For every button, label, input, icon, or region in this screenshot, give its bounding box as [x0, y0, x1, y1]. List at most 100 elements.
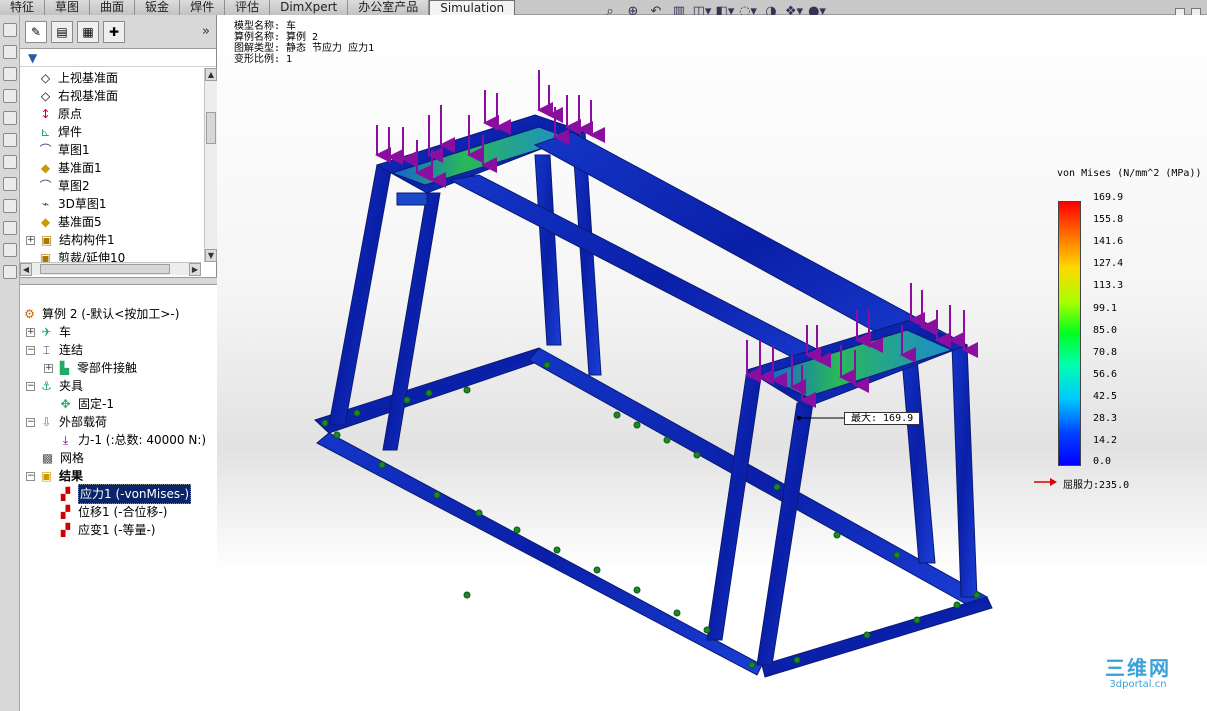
watermark-title: 三维网 [1105, 656, 1171, 680]
scroll-down-icon[interactable]: ▼ [205, 249, 217, 262]
max-stress-label: 最大: 169.9 [844, 412, 921, 425]
legend-value: 127.4 [1093, 258, 1124, 269]
tree-item-sketch1[interactable]: ⌒ 草图1 [38, 141, 89, 159]
feature-manager-tab-icon[interactable]: ✎ [25, 20, 47, 43]
scroll-right-icon[interactable]: ▶ [189, 263, 201, 276]
yield-strength-label: 屈服力:235.0 [1063, 480, 1130, 491]
feature-tree: ◇ 上视基准面 ◇ 右视基准面 ↕ 原点 ⊾ 焊件 ⌒ 草图1 ◆ 基准面1 ⌒ 草图2 ⌁ 3… [20, 68, 204, 264]
toolbar-icon[interactable] [3, 265, 17, 279]
toolbar-icon[interactable] [3, 155, 17, 169]
toolbar-icon[interactable] [3, 89, 17, 103]
tree-item-part[interactable]: + ✈ 车 [26, 323, 71, 341]
expand-panel-icon[interactable]: » [202, 24, 210, 39]
command-tabs: 特征 草图 曲面 钣金 焊件 评估 DimXpert 办公室产品 Simulat… [0, 0, 516, 15]
tab-features[interactable]: 特征 [0, 0, 46, 15]
toolbar-icon[interactable] [3, 199, 17, 213]
legend-title: von Mises (N/mm^2 (MPa)) [1057, 168, 1202, 179]
fixture-markers [321, 361, 981, 669]
plane-icon: ◆ [40, 215, 51, 229]
legend-value: 0.0 [1093, 456, 1112, 467]
tree-item-stress1[interactable]: ▞ 应力1 (-vonMises-) [58, 484, 192, 504]
toolbar-icon[interactable] [3, 23, 17, 37]
tab-sheet-metal[interactable]: 钣金 [135, 0, 181, 15]
feature-tree-hscroll[interactable]: ◀ ▶ [20, 262, 201, 276]
study-icon: ⚙ [24, 307, 35, 321]
toolbar-icon[interactable] [3, 133, 17, 147]
legend-value: 42.5 [1093, 391, 1118, 402]
tab-weldments[interactable]: 焊件 [180, 0, 226, 15]
tree-item-origin[interactable]: ↕ 原点 [38, 105, 82, 123]
expand-toggle[interactable]: + [26, 235, 35, 245]
origin-icon: ↕ [40, 107, 51, 121]
tree-item-force1[interactable]: ⤓ 力-1 (:总数: 40000 N:) [58, 431, 206, 449]
plane-icon: ◇ [40, 89, 51, 103]
tab-office-products[interactable]: 办公室产品 [348, 0, 430, 15]
tree-item-fixed1[interactable]: ✥ 固定-1 [58, 395, 114, 413]
contact-icon: ▙ [59, 361, 70, 375]
tree-item-plane1[interactable]: ◆ 基准面1 [38, 159, 102, 177]
tree-item-strain1[interactable]: ▞ 应变1 (-等量-) [58, 521, 156, 539]
structural-member-icon: ▣ [40, 233, 53, 247]
feature-tree-vscroll[interactable]: ▲ ▼ [204, 68, 217, 262]
panel-splitter[interactable] [20, 277, 217, 285]
tab-dimxpert[interactable]: DimXpert [270, 0, 349, 15]
part-icon: ✈ [41, 325, 52, 339]
plane-icon: ◆ [40, 161, 51, 175]
tree-item-structural-member1[interactable]: + ▣ 结构构件1 [26, 231, 115, 249]
legend-value: 28.3 [1093, 413, 1118, 424]
toolbar-icon[interactable] [3, 243, 17, 257]
tree-item-mesh[interactable]: ▩ 网格 [40, 449, 84, 467]
tree-item-top-plane[interactable]: ◇ 上视基准面 [38, 69, 118, 87]
property-manager-tab-icon[interactable]: ▤ [51, 20, 73, 43]
legend-value: 70.8 [1093, 347, 1118, 358]
toolbar-icon[interactable] [3, 111, 17, 125]
expand-toggle[interactable]: − [26, 417, 35, 427]
expand-toggle[interactable]: + [44, 363, 53, 373]
tree-item-connections[interactable]: − ⌶ 连结 [26, 341, 83, 359]
connections-icon: ⌶ [42, 343, 51, 357]
tree-item-component-contact[interactable]: + ▙ 零部件接触 [44, 359, 137, 377]
fixtures-icon: ⚓ [41, 379, 52, 393]
tab-sketch[interactable]: 草图 [45, 0, 91, 15]
expand-toggle[interactable]: − [26, 471, 35, 481]
expand-toggle[interactable]: + [26, 327, 35, 337]
dimxpert-manager-tab-icon[interactable]: ✚ [103, 20, 125, 43]
tree-item-3dsketch1[interactable]: ⌁ 3D草图1 [38, 195, 107, 213]
tree-item-sketch2[interactable]: ⌒ 草图2 [38, 177, 89, 195]
mesh-icon: ▩ [41, 451, 54, 465]
task-strip [0, 15, 20, 711]
tab-simulation[interactable]: Simulation [429, 0, 516, 15]
tree-item-results[interactable]: − ▣ 结果 [26, 467, 83, 485]
scroll-thumb[interactable] [40, 264, 170, 274]
tree-filter[interactable]: ▼ [20, 49, 216, 67]
bottom-frame [314, 347, 993, 678]
toolbar-icon[interactable] [3, 221, 17, 235]
stress-colorbar [1058, 201, 1081, 466]
tree-item-weldment[interactable]: ⊾ 焊件 [38, 123, 82, 141]
sketch3d-icon: ⌁ [41, 197, 50, 211]
expand-toggle[interactable]: − [26, 381, 35, 391]
tree-item-external-loads[interactable]: − ⇩ 外部载荷 [26, 413, 107, 431]
scroll-up-icon[interactable]: ▲ [205, 68, 217, 81]
tab-evaluate[interactable]: 评估 [225, 0, 271, 15]
tree-item-fixtures[interactable]: − ⚓ 夹具 [26, 377, 83, 395]
graphics-area[interactable]: 模型名称: 车 算例名称: 算例 2 图解类型: 静态 节应力 应力1 变形比例… [217, 15, 1207, 711]
study-root[interactable]: ⚙ 算例 2 (-默认<按加工>-) [22, 305, 179, 323]
expand-toggle[interactable]: − [26, 345, 35, 355]
tree-item-plane5[interactable]: ◆ 基准面5 [38, 213, 102, 231]
toolbar-icon[interactable] [3, 177, 17, 191]
toolbar-icon[interactable] [3, 67, 17, 81]
scroll-left-icon[interactable]: ◀ [20, 263, 32, 276]
left-frame [328, 114, 602, 451]
tree-item-displacement1[interactable]: ▞ 位移1 (-合位移-) [58, 503, 168, 521]
watermark-url: 3dportal.cn [1109, 679, 1167, 690]
configuration-manager-tab-icon[interactable]: ▦ [77, 20, 99, 43]
legend-value: 141.6 [1093, 236, 1124, 247]
plane-icon: ◇ [40, 71, 51, 85]
loads-icon: ⇩ [41, 415, 52, 429]
legend-value: 155.8 [1093, 214, 1124, 225]
scroll-thumb[interactable] [206, 112, 216, 144]
toolbar-icon[interactable] [3, 45, 17, 59]
tree-item-right-plane[interactable]: ◇ 右视基准面 [38, 87, 118, 105]
tab-surfaces[interactable]: 曲面 [90, 0, 136, 15]
